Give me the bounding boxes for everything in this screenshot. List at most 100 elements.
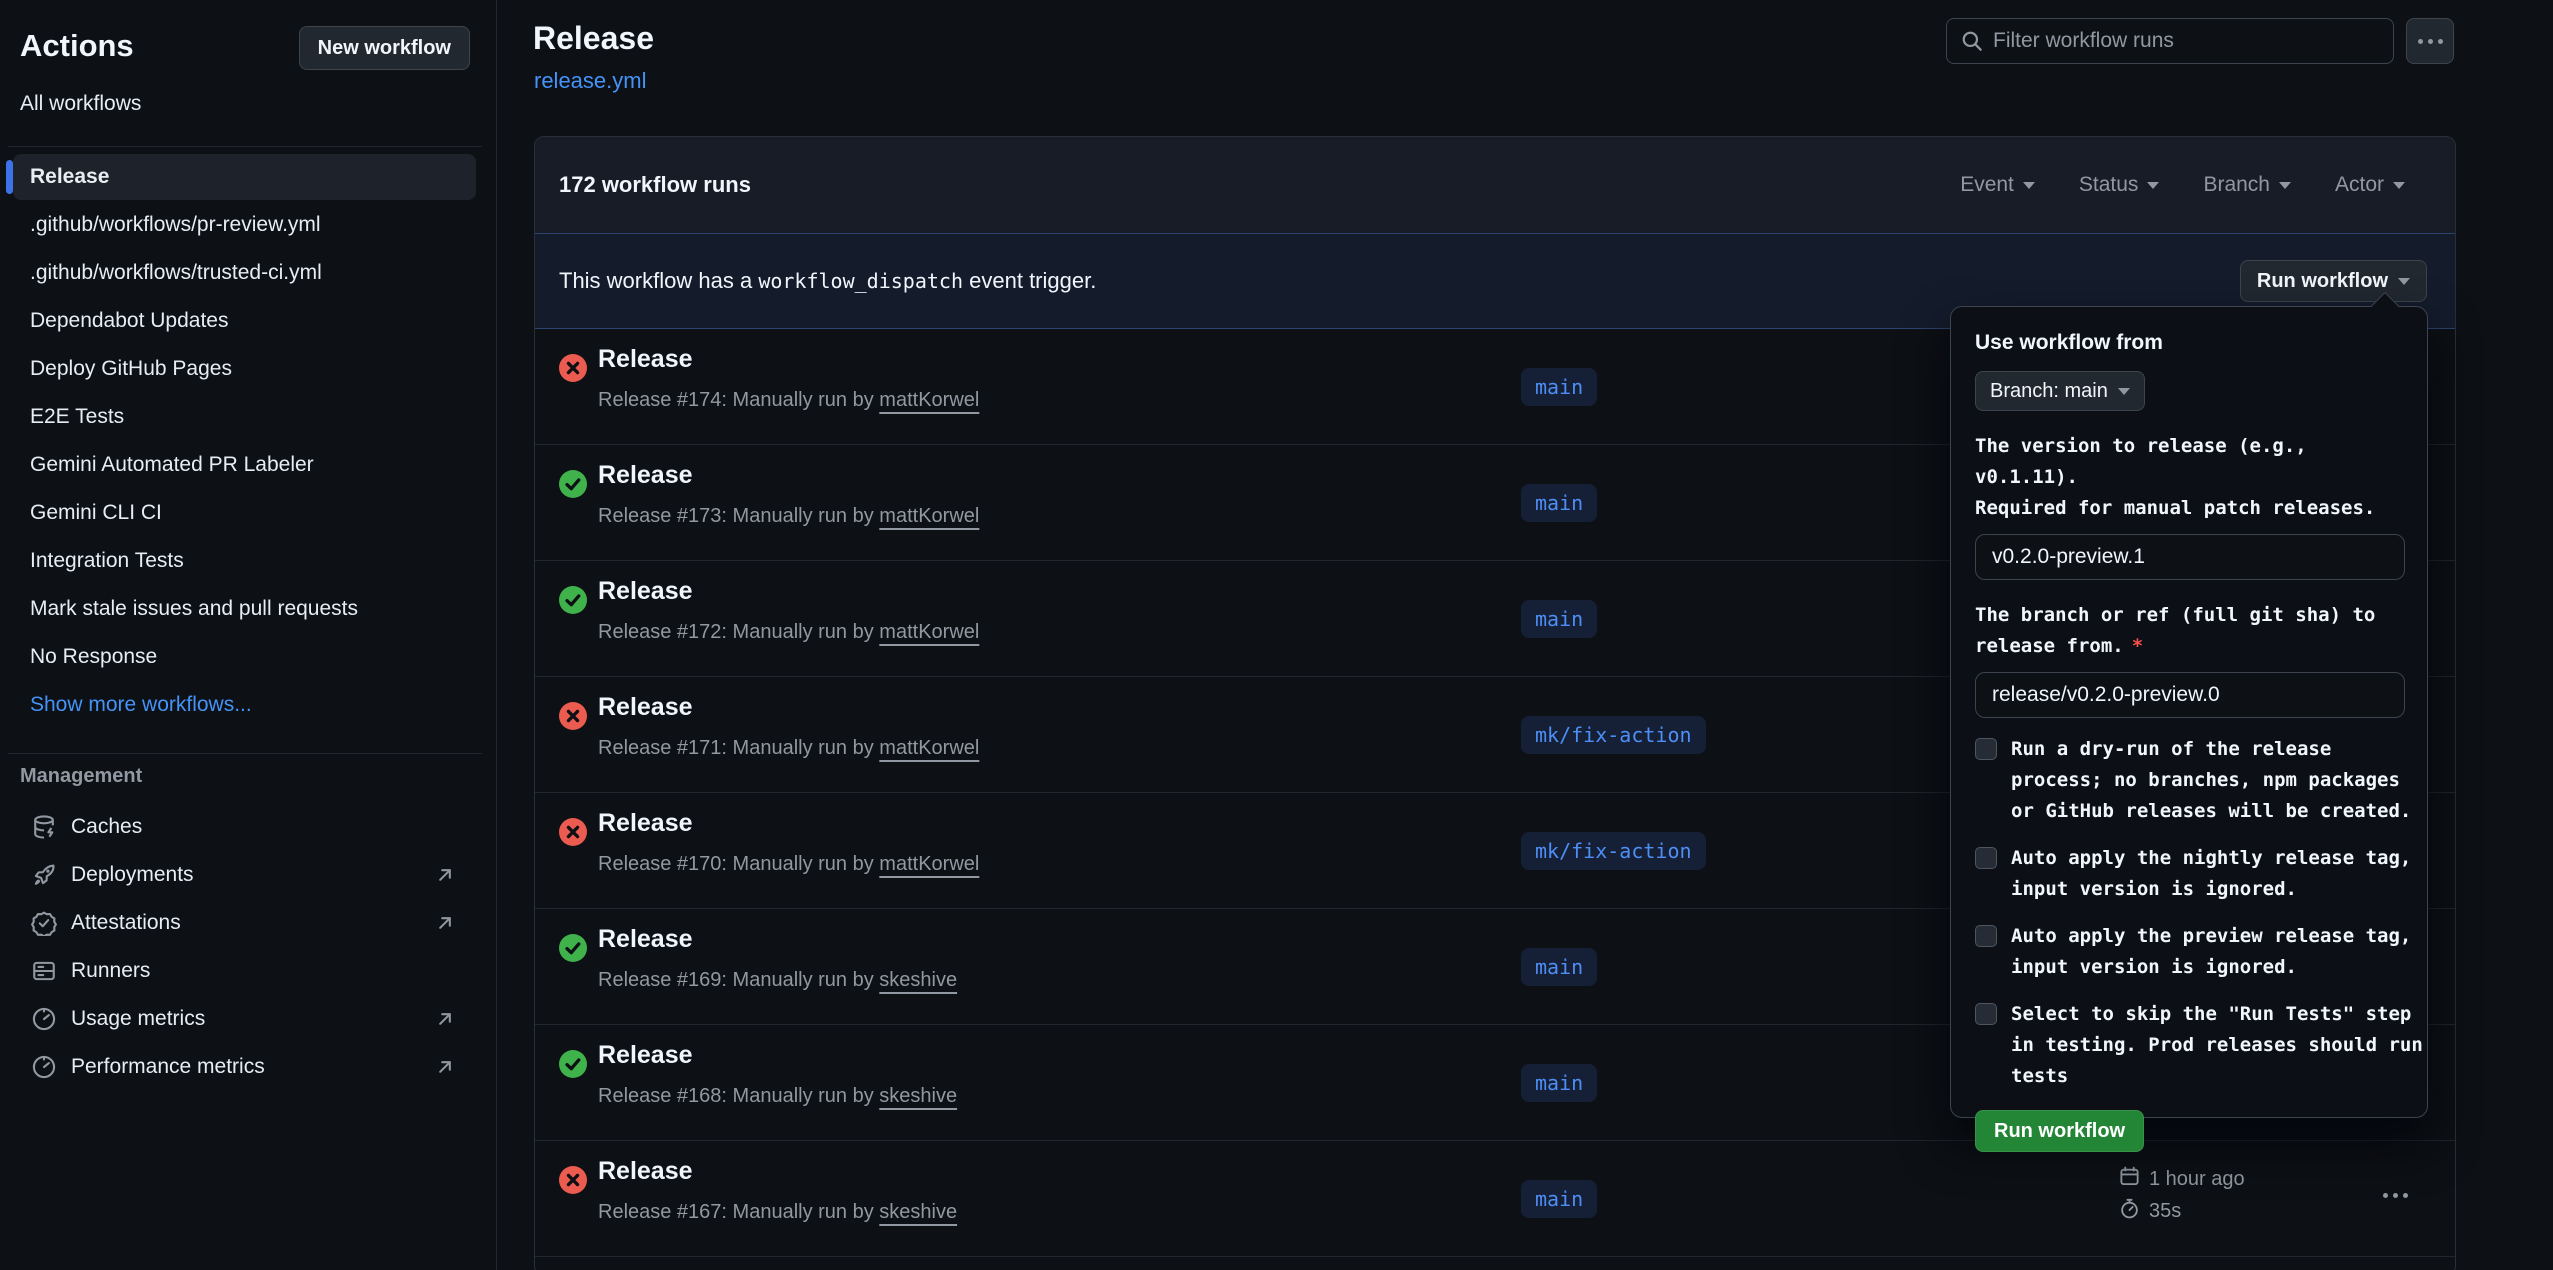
sidebar-item-performance-metrics[interactable]: Performance metrics xyxy=(0,1043,496,1091)
actor-link[interactable]: mattKorwel xyxy=(879,389,979,411)
branch-pill[interactable]: mk/fix-action xyxy=(1521,716,1706,754)
run-title-link[interactable]: Release xyxy=(598,693,693,722)
sidebar-item-all-workflows[interactable]: All workflows xyxy=(20,92,141,116)
x-circle-icon xyxy=(559,818,587,846)
panel-checkbox-row: Select to skip the "Run Tests" stepin te… xyxy=(1975,999,2403,1092)
branch-pill[interactable]: main xyxy=(1521,948,1597,986)
filter-dropdown-event[interactable]: Event xyxy=(1960,173,2035,197)
filter-dropdown-actor[interactable]: Actor xyxy=(2335,173,2405,197)
version-input[interactable] xyxy=(1975,534,2405,580)
run-description: Release #170: Manually run by mattKorwel xyxy=(598,853,979,876)
run-title-link[interactable]: Release xyxy=(598,461,693,490)
workflow-run-row[interactable]: Release Release #167: Manually run by ske… xyxy=(535,1141,2455,1257)
external-arrow-icon xyxy=(434,1008,456,1030)
sidebar-item-workflow[interactable]: .github/workflows/pr-review.yml xyxy=(0,201,496,249)
checkbox[interactable] xyxy=(1975,847,1997,869)
sidebar-item-workflow[interactable]: Integration Tests xyxy=(0,537,496,585)
run-description: Release #168: Manually run by skeshive xyxy=(598,1085,957,1108)
branch-pill[interactable]: main xyxy=(1521,1064,1597,1102)
database-icon xyxy=(31,814,57,840)
chevron-down-icon xyxy=(2279,182,2291,189)
chevron-down-icon xyxy=(2023,182,2035,189)
ref-input[interactable] xyxy=(1975,672,2405,718)
run-workflow-submit-button[interactable]: Run workflow xyxy=(1975,1110,2144,1152)
sidebar-item-label: Integration Tests xyxy=(30,549,184,573)
branch-pill[interactable]: main xyxy=(1521,368,1597,406)
run-meta: 1 hour ago35s xyxy=(2119,1163,2245,1227)
sidebar-show-more-workflows[interactable]: Show more workflows... xyxy=(0,681,496,729)
sidebar-item-workflow[interactable]: Release xyxy=(0,153,496,201)
branch-select-button[interactable]: Branch: main xyxy=(1975,371,2145,411)
run-title-link[interactable]: Release xyxy=(598,1157,693,1186)
actor-link[interactable]: skeshive xyxy=(879,969,957,991)
runs-count: 172 workflow runs xyxy=(559,172,751,198)
actor-link[interactable]: mattKorwel xyxy=(879,737,979,759)
external-arrow-icon xyxy=(434,1056,456,1078)
sidebar-item-workflow[interactable]: Gemini Automated PR Labeler xyxy=(0,441,496,489)
sidebar-item-workflow[interactable]: Mark stale issues and pull requests xyxy=(0,585,496,633)
sidebar-item-workflow[interactable]: No Response xyxy=(0,633,496,681)
checkbox-label: Auto apply the nightly release tag,input… xyxy=(2011,843,2411,905)
filter-workflow-runs-box xyxy=(1946,18,2394,64)
sidebar-item-label: Mark stale issues and pull requests xyxy=(30,597,358,621)
actor-link[interactable]: mattKorwel xyxy=(879,853,979,875)
run-title-link[interactable]: Release xyxy=(598,809,693,838)
filter-label: Status xyxy=(2079,173,2139,197)
sidebar-item-deployments[interactable]: Deployments xyxy=(0,851,496,899)
page-title: Release xyxy=(533,20,654,57)
stopwatch-icon xyxy=(2119,1198,2140,1225)
sidebar-item-workflow[interactable]: .github/workflows/trusted-ci.yml xyxy=(0,249,496,297)
workflow-list: Release .github/workflows/pr-review.yml .g… xyxy=(0,153,496,729)
sidebar-item-workflow[interactable]: E2E Tests xyxy=(0,393,496,441)
sidebar-item-usage-metrics[interactable]: Usage metrics xyxy=(0,995,496,1043)
sidebar-item-label: Attestations xyxy=(71,911,181,935)
x-circle-icon xyxy=(559,354,587,382)
branch-pill[interactable]: mk/fix-action xyxy=(1521,832,1706,870)
checkbox[interactable] xyxy=(1975,1003,1997,1025)
sidebar-item-label: No Response xyxy=(30,645,157,669)
sidebar-item-workflow[interactable]: Deploy GitHub Pages xyxy=(0,345,496,393)
run-description-text: Release #172: Manually run by xyxy=(598,621,874,643)
actor-link[interactable]: mattKorwel xyxy=(879,505,979,527)
run-description-text: Release #170: Manually run by xyxy=(598,853,874,875)
checkbox[interactable] xyxy=(1975,925,1997,947)
branch-pill[interactable]: main xyxy=(1521,1180,1597,1218)
run-title-link[interactable]: Release xyxy=(598,345,693,374)
filter-label: Event xyxy=(1960,173,2014,197)
filter-dropdown-status[interactable]: Status xyxy=(2079,173,2160,197)
required-asterisk: * xyxy=(2132,635,2143,657)
sidebar-item-runners[interactable]: Runners xyxy=(0,947,496,995)
filter-dropdown-branch[interactable]: Branch xyxy=(2203,173,2291,197)
meter-icon xyxy=(31,1006,57,1032)
sidebar-divider xyxy=(8,146,482,147)
run-title-link[interactable]: Release xyxy=(598,925,693,954)
run-description-text: Release #168: Manually run by xyxy=(598,1085,874,1107)
sidebar-item-workflow[interactable]: Dependabot Updates xyxy=(0,297,496,345)
branch-pill[interactable]: main xyxy=(1521,484,1597,522)
panel-checkbox-row: Run a dry-run of the releaseprocess; no … xyxy=(1975,734,2403,827)
run-title-link[interactable]: Release xyxy=(598,577,693,606)
page-kebab-button[interactable] xyxy=(2406,18,2454,64)
run-description: Release #169: Manually run by skeshive xyxy=(598,969,957,992)
ref-input-description: The branch or ref (full git sha) torelea… xyxy=(1975,600,2403,662)
calendar-icon xyxy=(2119,1166,2140,1193)
run-duration: 35s xyxy=(2149,1200,2181,1223)
check-circle-icon xyxy=(559,1050,587,1078)
filter-label: Actor xyxy=(2335,173,2384,197)
sidebar-item-attestations[interactable]: Attestations xyxy=(0,899,496,947)
new-workflow-button[interactable]: New workflow xyxy=(299,26,470,70)
filter-workflow-runs-input[interactable] xyxy=(1993,29,2353,53)
run-workflow-dropdown-button[interactable]: Run workflow xyxy=(2240,260,2427,302)
sidebar-item-caches[interactable]: Caches xyxy=(0,803,496,851)
checkbox[interactable] xyxy=(1975,738,1997,760)
actor-link[interactable]: skeshive xyxy=(879,1201,957,1223)
branch-pill[interactable]: main xyxy=(1521,600,1597,638)
actor-link[interactable]: skeshive xyxy=(879,1085,957,1107)
sidebar-item-label: .github/workflows/pr-review.yml xyxy=(30,213,321,237)
sidebar-item-workflow[interactable]: Gemini CLI CI xyxy=(0,489,496,537)
run-title-link[interactable]: Release xyxy=(598,1041,693,1070)
actor-link[interactable]: mattKorwel xyxy=(879,621,979,643)
run-description: Release #167: Manually run by skeshive xyxy=(598,1201,957,1224)
run-kebab-button[interactable] xyxy=(2383,1193,2408,1198)
workflow-file-link[interactable]: release.yml xyxy=(534,68,646,94)
